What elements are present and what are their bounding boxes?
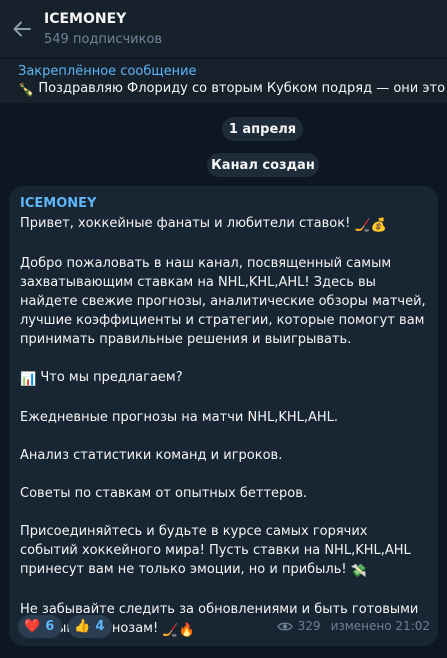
bottle-emoji: 🍾 <box>18 82 35 98</box>
offer-heading: 📊 Что мы предлагаем? <box>20 368 428 389</box>
money-wings-emoji: 💸 <box>350 564 367 579</box>
eye-icon <box>276 622 293 630</box>
message-body: Привет, хоккейные фанаты и любители став… <box>20 214 428 640</box>
pinned-label: Закреплённое сообщение <box>18 63 197 79</box>
offer-item-tips: Советы по ставкам от опытных беттеров. <box>20 486 308 501</box>
back-button[interactable] <box>2 0 42 58</box>
pinned-message-bar[interactable]: Закреплённое сообщение 🍾 Поздравляю Флор… <box>0 58 447 103</box>
join-paragraph: Присоединяйтесь и будьте в курсе самых г… <box>20 522 428 581</box>
chart-emoji: 📊 <box>20 372 37 387</box>
reaction-thumbs-up[interactable]: 👍 4 <box>68 614 113 638</box>
greeting-text: Привет, хоккейные фанаты и любители став… <box>20 216 351 231</box>
heart-icon: ❤️ <box>24 618 41 634</box>
channel-title: ICEMONEY <box>44 10 127 27</box>
message-author[interactable]: ICEMONEY <box>20 195 428 213</box>
reaction-thumbs-up-count: 4 <box>95 618 105 634</box>
pinned-preview-text: Поздравляю Флориду со вторым Кубком подр… <box>38 80 447 96</box>
arrow-left-icon <box>13 21 31 37</box>
offer-item-forecasts: Ежедневные прогнозы на матчи NHL,KHL,AHL… <box>20 410 339 425</box>
subscriber-count: 549 подписчиков <box>44 31 163 47</box>
message-meta: 329 изменено 21:02 <box>276 619 430 633</box>
date-separator: 1 апреля <box>222 117 303 141</box>
welcome-paragraph: Добро пожаловать в наш канал, посвященны… <box>20 256 426 347</box>
pinned-preview: 🍾 Поздравляю Флориду со вторым Кубком по… <box>18 80 447 100</box>
greeting-line: Привет, хоккейные фанаты и любители став… <box>20 214 428 235</box>
hockey-money-emoji: 🏒💰 <box>354 218 387 233</box>
channel-created-notice: Канал создан <box>207 153 319 177</box>
message-footer: ❤️ 6 👍 4 329 изменено 21:02 <box>18 614 430 638</box>
header-titles[interactable]: ICEMONEY 549 подписчиков <box>44 10 162 49</box>
reaction-heart-count: 6 <box>45 618 55 634</box>
pinned-texts: Закреплённое сообщение 🍾 Поздравляю Флор… <box>18 63 447 100</box>
thumbs-up-icon: 👍 <box>74 618 91 634</box>
offer-title: Что мы предлагаем? <box>40 370 183 385</box>
offer-item-statistics: Анализ статистики команд и игроков. <box>20 448 283 463</box>
channel-header: ICEMONEY 549 подписчиков <box>0 0 447 58</box>
reaction-heart[interactable]: ❤️ 6 <box>18 614 63 638</box>
view-count: 329 <box>297 619 321 633</box>
message-bubble[interactable]: ICEMONEY Привет, хоккейные фанаты и люби… <box>9 186 438 646</box>
edited-timestamp: изменено 21:02 <box>330 619 430 633</box>
